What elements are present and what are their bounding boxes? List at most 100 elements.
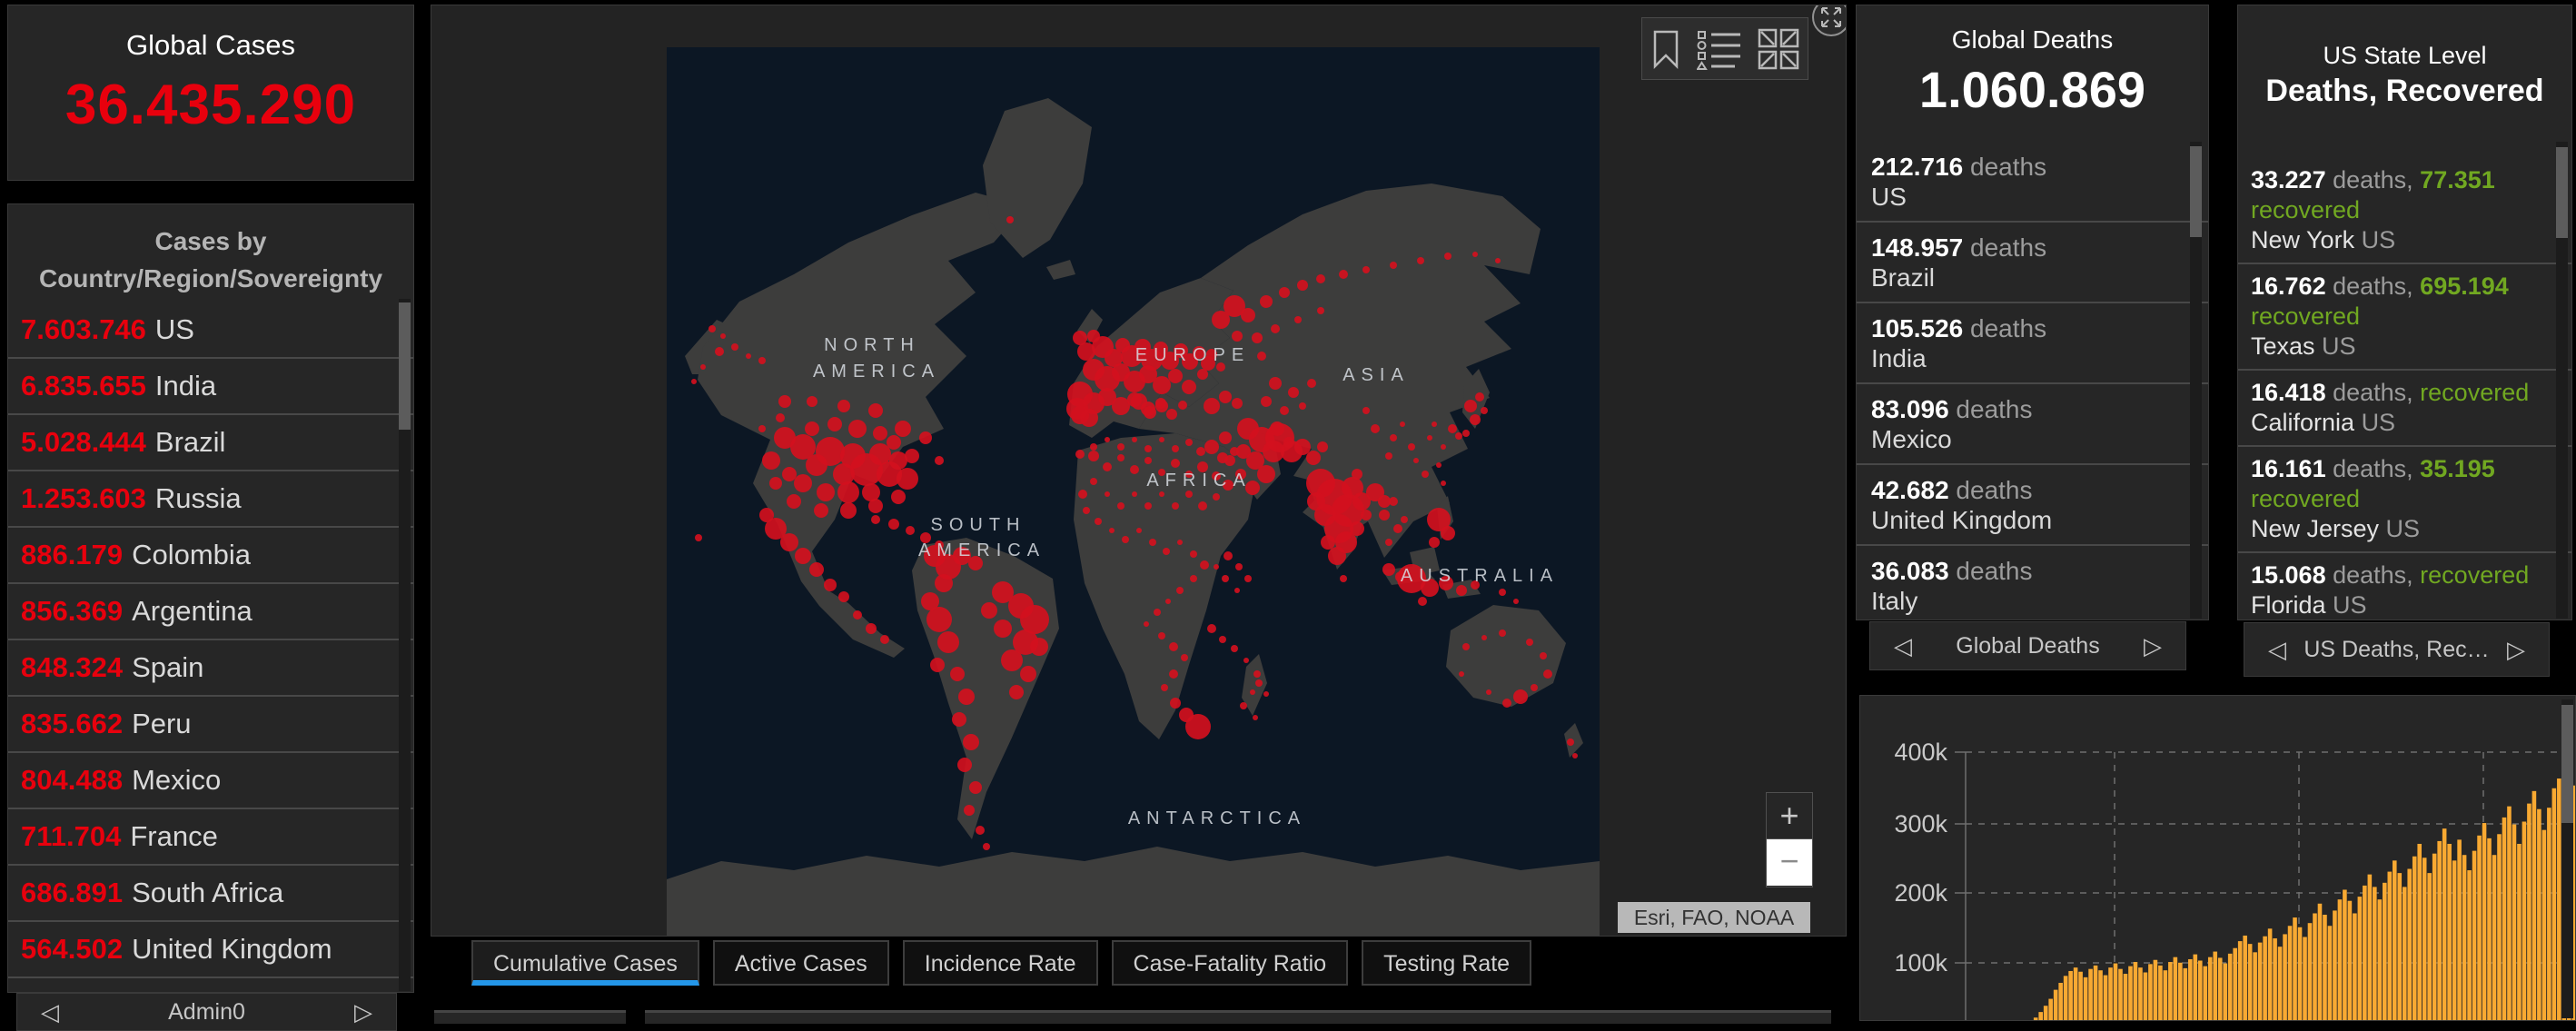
chart-bar[interactable]: [2208, 957, 2213, 1021]
cases-row[interactable]: 5.028.444Brazil: [8, 415, 413, 471]
chart-bar[interactable]: [2432, 854, 2437, 1021]
chart-bar[interactable]: [2278, 947, 2283, 1021]
cases-scrollbar[interactable]: [399, 299, 411, 991]
chart-bar[interactable]: [2054, 990, 2058, 1021]
chart-bar[interactable]: [2283, 934, 2287, 1021]
chart-bar[interactable]: [2492, 855, 2497, 1021]
chart-bar[interactable]: [2472, 851, 2477, 1021]
cases-row[interactable]: 848.324Spain: [8, 640, 413, 697]
chart-bar[interactable]: [2403, 887, 2407, 1021]
cases-row[interactable]: 1.253.603Russia: [8, 471, 413, 528]
chart-bar[interactable]: [2313, 913, 2317, 1021]
chart-bar[interactable]: [2383, 883, 2387, 1021]
chart-bar[interactable]: [2198, 961, 2203, 1022]
chart-bar[interactable]: [2522, 822, 2527, 1022]
chart-bar[interactable]: [2088, 969, 2093, 1021]
deaths-row[interactable]: 36.083 deathsItaly: [1857, 546, 2208, 620]
zoom-out-button[interactable]: −: [1767, 839, 1812, 886]
chart-bar[interactable]: [2263, 937, 2267, 1021]
cases-row[interactable]: 835.662Peru: [8, 697, 413, 753]
chart-bar[interactable]: [2348, 901, 2353, 1021]
chart-bar[interactable]: [2034, 1017, 2038, 1021]
chart-bar[interactable]: [2487, 838, 2492, 1021]
next-arrow-icon[interactable]: ▷: [354, 998, 372, 1026]
us-state-row[interactable]: 16.161 deaths, 35.195 recoveredNew Jerse…: [2238, 447, 2571, 553]
chart-bar[interactable]: [2343, 889, 2347, 1021]
chart-bar[interactable]: [2497, 834, 2502, 1021]
chart-bar[interactable]: [2338, 899, 2343, 1021]
chart-bar[interactable]: [2452, 860, 2457, 1021]
prev-arrow-icon[interactable]: ◁: [2268, 636, 2286, 664]
chart-bar[interactable]: [2333, 910, 2337, 1021]
tab-active-cases[interactable]: Active Cases: [713, 940, 889, 986]
chart-bar[interactable]: [2114, 964, 2118, 1021]
chart-bar[interactable]: [2328, 926, 2333, 1021]
tab-incidence-rate[interactable]: Incidence Rate: [903, 940, 1098, 986]
world-map[interactable]: NORTHAMERICAEUROPEASIAAFRICASOUTHAMERICA…: [667, 47, 1600, 937]
chart-bar[interactable]: [2437, 841, 2442, 1021]
tab-testing-rate[interactable]: Testing Rate: [1362, 940, 1531, 986]
chart-bar[interactable]: [2213, 952, 2217, 1021]
chart-bar[interactable]: [2238, 941, 2243, 1021]
chart-bar[interactable]: [2417, 844, 2422, 1021]
deaths-row[interactable]: 148.957 deathsBrazil: [1857, 223, 2208, 303]
chart-bar[interactable]: [2288, 926, 2293, 1021]
chart-bar[interactable]: [2233, 948, 2237, 1021]
chart-bar[interactable]: [2507, 807, 2512, 1021]
layer-list-icon[interactable]: [1697, 28, 1742, 70]
bookmark-icon[interactable]: [1650, 29, 1681, 69]
cases-row[interactable]: 488.236Iran: [8, 978, 413, 993]
cases-row[interactable]: 564.502United Kingdom: [8, 922, 413, 978]
chart-bar[interactable]: [2422, 858, 2427, 1021]
us-state-row[interactable]: 33.227 deaths, 77.351 recoveredNew York …: [2238, 158, 2571, 264]
cases-scrollbar-thumb[interactable]: [399, 302, 411, 430]
prev-arrow-icon[interactable]: ◁: [1894, 632, 1912, 660]
chart-bar[interactable]: [2293, 917, 2297, 1021]
chart-bar[interactable]: [2148, 964, 2153, 1021]
deaths-scrollbar[interactable]: [2190, 142, 2202, 619]
chart-bar[interactable]: [2457, 839, 2462, 1021]
cases-row[interactable]: 686.891South Africa: [8, 866, 413, 922]
chart-bar[interactable]: [2168, 962, 2173, 1021]
chart-bar[interactable]: [2194, 955, 2198, 1021]
chart-bar[interactable]: [2378, 899, 2383, 1021]
chart-bar[interactable]: [2094, 966, 2098, 1021]
cases-row[interactable]: 7.603.746US: [8, 302, 413, 359]
chart-bar[interactable]: [2502, 818, 2507, 1021]
chart-bar[interactable]: [2273, 938, 2277, 1021]
chart-bar[interactable]: [2138, 967, 2143, 1021]
chart-bar[interactable]: [2058, 983, 2063, 1021]
deaths-scrollbar-thumb[interactable]: [2190, 146, 2202, 237]
chart-bar[interactable]: [2154, 960, 2158, 1021]
chart-bar[interactable]: [2368, 875, 2373, 1021]
chart-bar[interactable]: [2363, 886, 2367, 1021]
chart-bar[interactable]: [2298, 927, 2303, 1021]
cases-row[interactable]: 711.704France: [8, 809, 413, 866]
deaths-row[interactable]: 42.682 deathsUnited Kingdom: [1857, 465, 2208, 546]
chart-bar[interactable]: [2542, 830, 2547, 1021]
chart-bar[interactable]: [2268, 928, 2273, 1021]
chart-bar[interactable]: [2078, 972, 2083, 1021]
chart-bar[interactable]: [2253, 952, 2257, 1021]
chart-bar[interactable]: [2258, 943, 2263, 1021]
us-scrollbar-thumb[interactable]: [2556, 147, 2568, 238]
chart-bar[interactable]: [2388, 872, 2393, 1021]
chart-bar[interactable]: [2184, 968, 2188, 1021]
us-state-row[interactable]: 15.068 deaths, recoveredFlorida US: [2238, 553, 2571, 620]
chart-bar[interactable]: [2068, 971, 2073, 1021]
cases-row[interactable]: 886.179Colombia: [8, 528, 413, 584]
chart-bar[interactable]: [2223, 964, 2227, 1021]
chart-scrollbar[interactable]: [2561, 699, 2573, 1018]
chart-bar[interactable]: [2134, 962, 2138, 1021]
fullscreen-expand-button[interactable]: [1812, 5, 1847, 36]
cases-row[interactable]: 6.835.655India: [8, 359, 413, 415]
chart-bar[interactable]: [2323, 915, 2327, 1021]
chart-bar[interactable]: [2108, 967, 2113, 1021]
chart-bar[interactable]: [2467, 870, 2472, 1021]
chart-bar[interactable]: [2243, 936, 2247, 1021]
chart-bar[interactable]: [2128, 967, 2133, 1021]
chart-bar[interactable]: [2353, 913, 2357, 1021]
chart-scrollbar-thumb[interactable]: [2561, 705, 2573, 823]
basemap-icon[interactable]: [1758, 28, 1799, 70]
chart-bar[interactable]: [2552, 788, 2557, 1021]
